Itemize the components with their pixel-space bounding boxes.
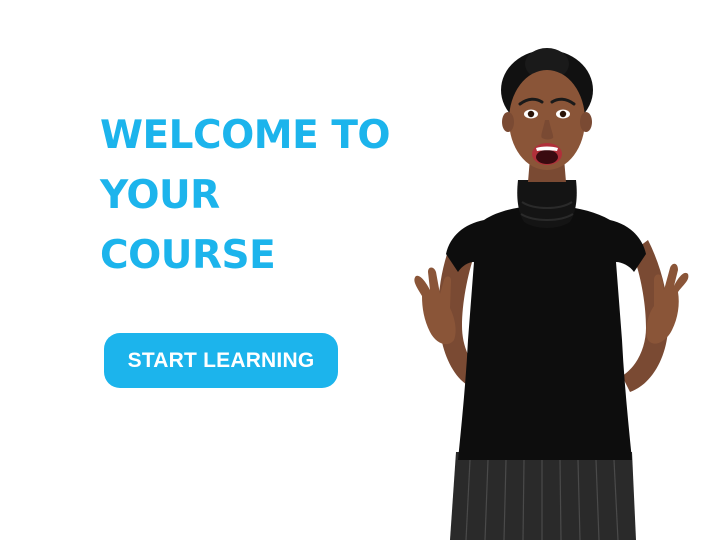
welcome-headline: WELCOME TO YOUR COURSE <box>100 106 391 286</box>
headline-line-2: YOUR <box>100 173 220 218</box>
headline-line-3: COURSE <box>100 233 276 278</box>
excited-woman-photo <box>414 48 689 540</box>
welcome-slide: WELCOME TO YOUR COURSE START LEARNING <box>0 0 720 540</box>
start-learning-button[interactable]: START LEARNING <box>104 333 338 388</box>
headline-line-1: WELCOME TO <box>100 113 391 158</box>
